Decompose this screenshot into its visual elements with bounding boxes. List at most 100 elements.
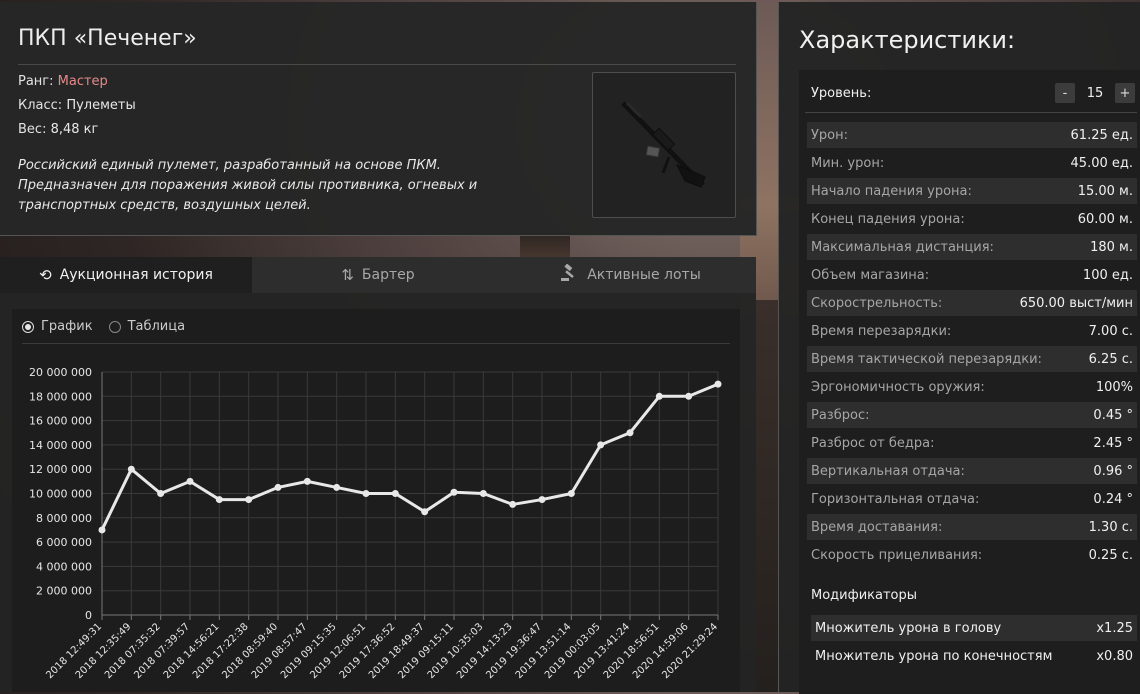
price-data-point	[538, 496, 546, 504]
stat-name: Скорострельность:	[811, 295, 943, 311]
stat-name: Время тактической перезарядки:	[811, 351, 1042, 367]
level-value: 15	[1086, 85, 1104, 101]
weight-value: 8,48 кг	[50, 122, 99, 137]
y-tick-label: 14 000 000	[29, 439, 92, 452]
price-data-point	[274, 483, 282, 491]
price-data-point	[333, 483, 341, 491]
stat-value: 0.45 °	[1093, 407, 1133, 423]
history-icon: ⟲	[39, 266, 52, 284]
stat-row: Разброс: 0.45 °	[807, 402, 1137, 428]
price-data-point	[362, 490, 370, 497]
stat-value: 6.25 с.	[1088, 351, 1133, 367]
stat-name: Время доставания:	[811, 519, 943, 535]
stat-value: 180 м.	[1090, 239, 1133, 255]
stat-row: Урон: 61.25 ед.	[807, 122, 1137, 148]
rank-value: Мастер	[57, 74, 108, 89]
stat-value: 45.00 ед.	[1070, 155, 1133, 171]
item-weight: Вес: 8,48 кг	[18, 122, 98, 137]
stat-name: Горизонтальная отдача:	[811, 491, 980, 507]
tab-barter[interactable]: ⇅ Бартер	[252, 257, 504, 293]
gavel-icon	[559, 263, 579, 286]
modifier-value: x1.25	[1096, 620, 1133, 636]
price-data-point	[479, 490, 487, 497]
level-label: Уровень:	[811, 85, 872, 101]
radio-selected-icon	[22, 320, 34, 333]
x-tick-label: 2020 21:29:24	[660, 621, 720, 681]
stat-row: Скорострельность: 650.00 выст/мин	[807, 290, 1137, 316]
price-data-point	[127, 465, 135, 473]
stat-row: Начало падения урона: 15.00 м.	[807, 178, 1137, 204]
stat-name: Конец падения урона:	[811, 211, 965, 227]
tab-label: Бартер	[361, 267, 415, 283]
class-value: Пулеметы	[66, 98, 136, 113]
level-increase-button[interactable]: +	[1115, 83, 1135, 103]
y-tick-label: 0	[85, 609, 92, 622]
modifier-name: Множитель урона в голову	[815, 620, 1002, 636]
toggle-divider	[22, 343, 730, 344]
stat-name: Разброс от бедра:	[811, 435, 935, 451]
price-history-chart: 0 2 000 000 4 000 000 6 000 000 8 000 000 10 …	[29, 366, 722, 681]
level-control: Уровень: - 15 +	[811, 82, 1135, 104]
price-data-point	[685, 392, 693, 400]
price-data-point	[567, 490, 575, 497]
stat-name: Скорость прицеливания:	[811, 547, 983, 563]
modifier-row: Множитель урона по конечностям x0.80	[811, 643, 1137, 669]
y-tick-label: 20 000 000	[29, 366, 92, 379]
tab-auction-history[interactable]: ⟲ Аукционная история	[0, 257, 252, 293]
y-tick-label: 12 000 000	[29, 463, 92, 476]
title-divider	[18, 64, 736, 65]
stat-row: Время тактической перезарядки: 6.25 с.	[807, 346, 1137, 372]
y-tick-label: 6 000 000	[36, 536, 92, 549]
level-decrease-button[interactable]: -	[1055, 83, 1075, 103]
chart-view-radio[interactable]: График	[22, 319, 93, 334]
price-data-point	[509, 500, 517, 508]
stat-value: 650.00 выст/мин	[1019, 295, 1133, 311]
stat-row: Время перезарядки: 7.00 с.	[807, 318, 1137, 344]
class-label: Класс:	[18, 98, 63, 113]
price-data-point	[186, 477, 194, 485]
stat-name: Время перезарядки:	[811, 323, 952, 339]
table-view-radio[interactable]: Таблица	[108, 319, 185, 334]
stat-value: 7.00 с.	[1088, 323, 1133, 339]
stat-value: 0.25 с.	[1088, 547, 1133, 563]
stat-row: Конец падения урона: 60.00 м.	[807, 206, 1137, 232]
chart-container: График Таблица 0 2 000 000 4 000 000 6 000 …	[12, 309, 740, 692]
modifier-name: Множитель урона по конечностям	[815, 648, 1053, 664]
price-data-point	[98, 526, 106, 534]
stat-value: 0.96 °	[1093, 463, 1133, 479]
level-divider	[805, 112, 1137, 113]
price-data-point	[597, 441, 605, 449]
weight-label: Вес:	[18, 122, 47, 137]
tab-label: Аукционная история	[59, 267, 213, 283]
characteristics-title: Характеристики:	[799, 26, 1016, 54]
characteristics-list: Уровень: - 15 + Урон: 61.25 ед. Мин. урон:…	[799, 70, 1140, 694]
stat-name: Разброс:	[811, 407, 870, 423]
item-info-panel: ПКП «Печенег» Ранг: Мастер Класс: Пулеме…	[0, 2, 757, 236]
item-title: ПКП «Печенег»	[18, 26, 197, 51]
modifier-row: Множитель урона в голову x1.25	[811, 615, 1137, 641]
modifier-value: x0.80	[1096, 648, 1133, 664]
y-tick-label: 2 000 000	[36, 585, 92, 598]
stat-row: Горизонтальная отдача: 0.24 °	[807, 486, 1137, 512]
stat-value: 1.30 с.	[1088, 519, 1133, 535]
y-tick-label: 10 000 000	[29, 488, 92, 501]
price-data-point	[303, 477, 311, 485]
background-rock	[756, 300, 780, 692]
tab-bar: ⟲ Аукционная история ⇅ Бартер Активные л…	[0, 257, 756, 293]
chart-view-label: График	[41, 319, 93, 334]
view-toggle: График Таблица	[22, 319, 185, 334]
y-tick-label: 8 000 000	[36, 512, 92, 525]
price-data-point	[157, 490, 165, 497]
price-data-point	[421, 508, 429, 516]
stat-name: Максимальная дистанция:	[811, 239, 994, 255]
stat-row: Эргономичность оружия: 100%	[807, 374, 1137, 400]
price-data-point	[655, 392, 663, 400]
y-tick-label: 4 000 000	[36, 560, 92, 573]
item-image	[592, 72, 736, 218]
price-data-point	[450, 488, 458, 496]
stat-row: Объем магазина: 100 ед.	[807, 262, 1137, 288]
stat-row: Время доставания: 1.30 с.	[807, 514, 1137, 540]
stat-name: Урон:	[811, 127, 849, 143]
stat-row: Скорость прицеливания: 0.25 с.	[807, 542, 1137, 568]
tab-active-lots[interactable]: Активные лоты	[504, 257, 756, 293]
